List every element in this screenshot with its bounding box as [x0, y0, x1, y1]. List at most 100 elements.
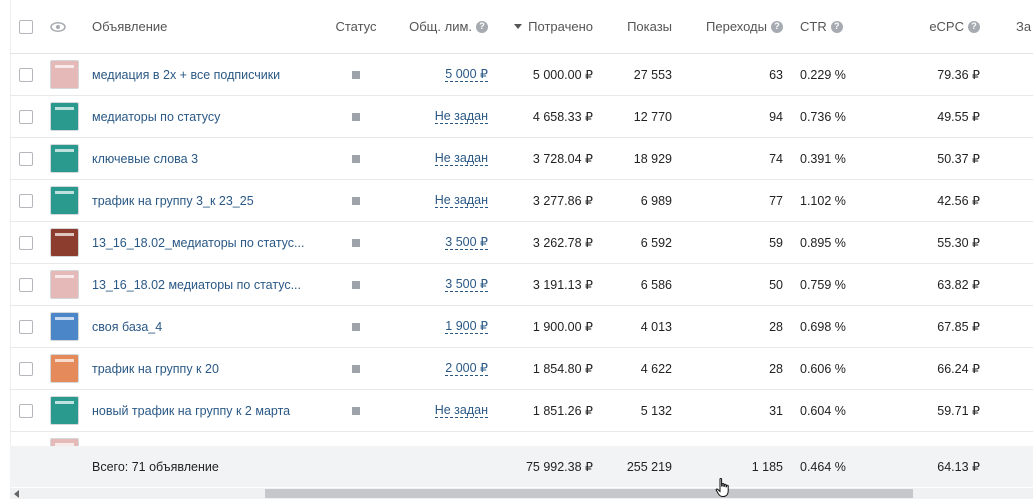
- ad-name-link[interactable]: своя база_4: [92, 306, 332, 347]
- header-ctr[interactable]: CTR ?: [800, 0, 860, 53]
- ad-thumbnail-cell: [50, 306, 80, 347]
- status-stopped-icon[interactable]: [352, 196, 360, 205]
- status-stopped-icon[interactable]: [352, 322, 360, 331]
- help-circle-icon[interactable]: ?: [476, 20, 488, 33]
- limit-link[interactable]: 1 900 ₽: [445, 319, 488, 334]
- footer-ctr: 0.464 %: [800, 459, 846, 474]
- row-checkbox[interactable]: [19, 277, 33, 292]
- header-ecpc[interactable]: eCPC ?: [890, 0, 980, 53]
- row-checkbox[interactable]: [19, 403, 33, 418]
- header-status[interactable]: Статус: [328, 0, 384, 53]
- help-circle-icon[interactable]: ?: [968, 20, 980, 33]
- ad-thumbnail-cell: [50, 222, 80, 263]
- spent-value: 3 728.04 ₽: [532, 152, 593, 166]
- ad-thumbnail[interactable]: [50, 354, 79, 383]
- table-row[interactable]: ключевые слова 3 Не задан 3 728.04 ₽ 18 …: [10, 138, 1033, 180]
- status-stopped-icon[interactable]: [352, 238, 360, 247]
- limit-link[interactable]: Не задан: [434, 151, 488, 166]
- table-row[interactable]: трафик на группу к 20 2 000 ₽ 1 854.80 ₽…: [10, 348, 1033, 390]
- visibility-header[interactable]: [50, 0, 80, 53]
- ad-thumbnail[interactable]: [50, 312, 79, 341]
- ad-name-link[interactable]: трафик на группу 3_к 23_25: [92, 180, 332, 221]
- row-checkbox[interactable]: [19, 151, 33, 166]
- ad-thumbnail[interactable]: [50, 396, 79, 425]
- ad-name-link[interactable]: 13_16_18.02 медиаторы по статус...: [92, 264, 332, 305]
- limit-link[interactable]: 2 000 ₽: [445, 361, 488, 376]
- status-stopped-icon[interactable]: [352, 112, 360, 121]
- clicks-value: 77: [769, 193, 783, 208]
- header-extra[interactable]: За: [1016, 0, 1033, 53]
- shows-value: 6 586: [640, 277, 672, 292]
- ad-thumbnail[interactable]: [50, 144, 79, 173]
- row-select-cell: [19, 138, 35, 179]
- header-name[interactable]: Объявление: [92, 0, 332, 53]
- help-circle-icon[interactable]: ?: [830, 20, 843, 33]
- horizontal-scrollbar[interactable]: [10, 488, 1033, 499]
- limit-link[interactable]: 3 500 ₽: [445, 277, 488, 292]
- ad-name-link[interactable]: медиация в 2х + все подписчики: [92, 54, 332, 95]
- status-stopped-icon[interactable]: [352, 280, 360, 289]
- limit-link[interactable]: 5 000 ₽: [445, 67, 488, 82]
- ad-name-link[interactable]: трафик на группу к 20: [92, 348, 332, 389]
- row-checkbox[interactable]: [19, 235, 33, 250]
- spent-value: 5 000.00 ₽: [532, 68, 593, 82]
- table-row[interactable]: 13_16_18.02 медиаторы по статус... 3 500…: [10, 264, 1033, 306]
- header-shows[interactable]: Показы: [600, 0, 672, 53]
- ad-thumbnail[interactable]: [50, 102, 79, 131]
- footer-clicks: 1 185: [751, 459, 783, 474]
- status-stopped-icon[interactable]: [352, 154, 360, 163]
- ctr-value: 0.698 %: [800, 319, 846, 334]
- ad-thumbnail[interactable]: [50, 270, 79, 299]
- shows-value: 4 622: [640, 361, 672, 376]
- shows-value: 27 553: [633, 67, 672, 82]
- ad-thumbnail[interactable]: [50, 228, 79, 257]
- limit-link[interactable]: 3 500 ₽: [445, 235, 488, 250]
- ecpc-value: 55.30 ₽: [937, 236, 980, 250]
- row-checkbox[interactable]: [19, 193, 33, 208]
- ad-name-link[interactable]: 13_16_18.02_медиаторы по статус...: [92, 222, 332, 263]
- ctr-value: 0.759 %: [800, 277, 846, 292]
- table-row[interactable]: 13_16_18.02_медиаторы по статус... 3 500…: [10, 222, 1033, 264]
- ad-thumbnail[interactable]: [50, 60, 79, 89]
- shows-value: 18 929: [633, 151, 672, 166]
- table-row[interactable]: новый трафик на группу к 2 марта Не зада…: [10, 390, 1033, 432]
- spent-value: 1 851.26 ₽: [532, 404, 593, 418]
- status-cell: [328, 138, 384, 179]
- header-spent[interactable]: Потрачено: [490, 0, 593, 53]
- limit-link[interactable]: Не задан: [434, 403, 488, 418]
- status-stopped-icon[interactable]: [352, 364, 360, 373]
- row-checkbox[interactable]: [19, 319, 33, 334]
- table-row[interactable]: своя база_4 1 900 ₽ 1 900.00 ₽ 4 013 28 …: [10, 306, 1033, 348]
- help-circle-icon[interactable]: ?: [771, 20, 783, 33]
- scrollbar-thumb[interactable]: [265, 489, 913, 498]
- limit-link[interactable]: Не задан: [434, 109, 488, 124]
- clicks-value: 31: [769, 403, 783, 418]
- status-stopped-icon[interactable]: [352, 70, 360, 79]
- scroll-left-arrow-icon[interactable]: [14, 490, 19, 498]
- footer-shows: 255 219: [626, 459, 672, 474]
- ctr-value: 0.736 %: [800, 109, 846, 124]
- ad-thumbnail-cell: [50, 138, 80, 179]
- row-checkbox[interactable]: [19, 67, 33, 82]
- status-stopped-icon[interactable]: [352, 406, 360, 415]
- spent-value: 1 900.00 ₽: [532, 320, 593, 334]
- row-select-cell: [19, 306, 35, 347]
- limit-link[interactable]: Не задан: [434, 193, 488, 208]
- ad-thumbnail[interactable]: [50, 186, 79, 215]
- header-clicks[interactable]: Переходы ?: [680, 0, 783, 53]
- header-limit[interactable]: Общ. лим. ?: [390, 0, 488, 53]
- ad-name-link[interactable]: новый трафик на группу к 2 марта: [92, 390, 332, 431]
- table-row[interactable]: трафик на группу 3_к 23_25 Не задан 3 27…: [10, 180, 1033, 222]
- header-ecpc-label: eCPC: [929, 19, 964, 34]
- select-all-checkbox[interactable]: [19, 19, 33, 34]
- ad-name-link[interactable]: ключевые слова 3: [92, 138, 332, 179]
- ad-name-link[interactable]: медиаторы по статусу: [92, 96, 332, 137]
- table-row[interactable]: медиация в 2х + все подписчики 5 000 ₽ 5…: [10, 54, 1033, 96]
- row-checkbox[interactable]: [19, 361, 33, 376]
- row-select-cell: [19, 180, 35, 221]
- clicks-value: 28: [769, 319, 783, 334]
- spent-value: 4 658.33 ₽: [532, 110, 593, 124]
- row-checkbox[interactable]: [19, 109, 33, 124]
- table-row[interactable]: медиаторы по статусу Не задан 4 658.33 ₽…: [10, 96, 1033, 138]
- eye-icon[interactable]: [50, 21, 66, 32]
